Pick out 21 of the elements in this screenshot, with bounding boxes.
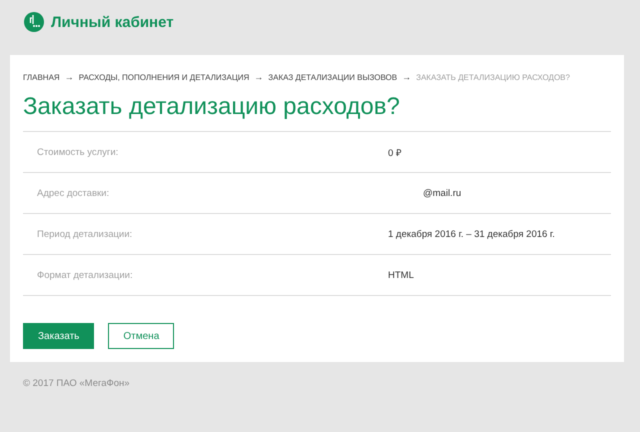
detail-value: @mail.ru: [422, 188, 462, 198]
detail-label: Формат детализации:: [37, 270, 134, 280]
breadcrumb-link[interactable]: РАСХОДЫ, ПОПОЛНЕНИЯ И ДЕТАЛИЗАЦИЯ: [78, 72, 250, 82]
page-title: Заказать детализацию расходов?: [23, 93, 611, 132]
detail-value: 1 декабря 2016 г. – 31 декабря 2016 г.: [388, 228, 556, 240]
site-title: Личный кабинет: [51, 14, 174, 30]
breadcrumb-link[interactable]: ЗАКАЗ ДЕТАЛИЗАЦИИ ВЫЗОВОВ: [268, 72, 398, 82]
breadcrumb-arrow: →: [254, 72, 264, 82]
detail-value: HTML: [388, 270, 415, 280]
copyright-text: © 2017 ПАО «МегаФон»: [23, 378, 131, 389]
breadcrumb-link[interactable]: ГЛАВНАЯ: [23, 72, 60, 82]
detail-label: Стоимость услуги:: [37, 146, 120, 158]
detail-label: Адрес доставки:: [37, 188, 110, 198]
breadcrumb-current: ЗАКАЗАТЬ ДЕТАЛИЗАЦИЮ РАСХОДОВ?: [416, 72, 570, 82]
breadcrumb-arrow: →: [402, 72, 412, 82]
detail-value: 0 ₽: [388, 146, 403, 158]
detail-label: Период детализации:: [37, 228, 134, 240]
cancel-button[interactable]: Отмена: [108, 323, 174, 349]
order-button[interactable]: Заказать: [23, 323, 94, 349]
logo-icon: [24, 12, 44, 32]
breadcrumb-arrow: →: [64, 72, 74, 82]
